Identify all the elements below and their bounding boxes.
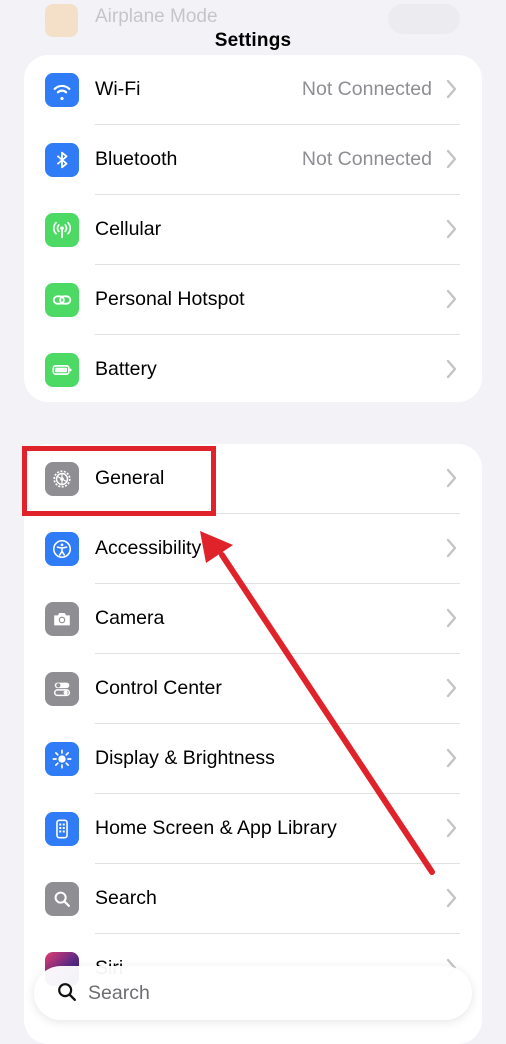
chevron-right-icon: [446, 748, 457, 768]
cellular-icon: [45, 213, 79, 247]
accessibility-icon: [45, 532, 79, 566]
camera-icon: [45, 602, 79, 636]
chevron-right-icon: [446, 219, 457, 239]
chevron-right-icon: [446, 608, 457, 628]
chevron-right-icon: [446, 359, 457, 379]
chevron-right-icon: [446, 888, 457, 908]
chevron-right-icon: [446, 289, 457, 309]
settings-row-cellular[interactable]: Cellular: [24, 195, 482, 265]
row-value: Not Connected: [301, 148, 432, 170]
settings-row-bluetooth[interactable]: Bluetooth Not Connected: [24, 125, 482, 195]
chevron-right-icon: [446, 538, 457, 558]
brightness-icon: [45, 742, 79, 776]
settings-row-battery[interactable]: Battery: [24, 335, 482, 402]
settings-row-personal-hotspot[interactable]: Personal Hotspot: [24, 265, 482, 335]
hotspot-icon: [45, 283, 79, 317]
row-label: Display & Brightness: [95, 747, 275, 769]
general-highlight-box: [22, 446, 216, 516]
row-label: Battery: [95, 358, 157, 380]
row-label: Control Center: [95, 677, 222, 699]
row-value: Not Connected: [301, 78, 432, 100]
search-placeholder: Search: [88, 982, 150, 1004]
home-screen-icon: [45, 812, 79, 846]
chevron-right-icon: [446, 818, 457, 838]
row-label: Bluetooth: [95, 148, 178, 170]
wifi-icon: [45, 73, 79, 107]
general-group: General Accessibility Camera Control Cen…: [24, 444, 482, 1044]
chevron-right-icon: [446, 678, 457, 698]
settings-row-search[interactable]: Search: [24, 864, 482, 934]
search-bar[interactable]: Search: [34, 966, 472, 1020]
settings-row-wifi[interactable]: Wi-Fi Not Connected: [24, 55, 482, 125]
bluetooth-icon: [45, 143, 79, 177]
row-label: Camera: [95, 607, 165, 629]
control-center-icon: [45, 672, 79, 706]
connectivity-group: Wi-Fi Not Connected Bluetooth Not Connec…: [24, 55, 482, 402]
settings-row-display-brightness[interactable]: Display & Brightness: [24, 724, 482, 794]
row-label: Search: [95, 887, 157, 909]
chevron-right-icon: [446, 79, 457, 99]
row-label: Personal Hotspot: [95, 288, 245, 310]
row-label: Wi-Fi: [95, 78, 141, 100]
settings-row-control-center[interactable]: Control Center: [24, 654, 482, 724]
settings-row-home-screen[interactable]: Home Screen & App Library: [24, 794, 482, 864]
search-icon: [45, 882, 79, 916]
airplane-mode-label: Airplane Mode: [95, 6, 218, 27]
page-title: Settings: [214, 30, 292, 51]
row-label: Home Screen & App Library: [95, 817, 337, 839]
settings-row-accessibility[interactable]: Accessibility: [24, 514, 482, 584]
settings-row-camera[interactable]: Camera: [24, 584, 482, 654]
row-label: Accessibility: [95, 537, 202, 559]
row-label: Cellular: [95, 218, 162, 240]
search-icon: [58, 983, 76, 1001]
chevron-right-icon: [446, 468, 457, 488]
chevron-right-icon: [446, 149, 457, 169]
battery-icon: [45, 353, 79, 387]
